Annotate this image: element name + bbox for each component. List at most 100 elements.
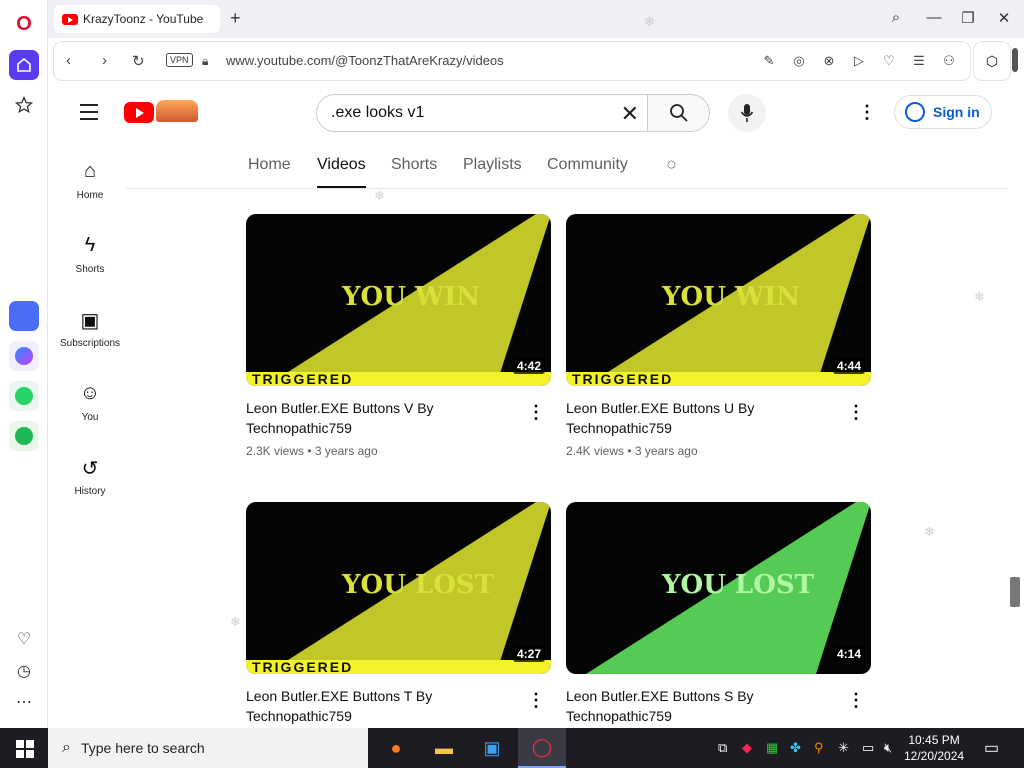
guide-menu: ⌂ Home ϟ Shorts ▣ Subscriptions ☺ You ↺ … <box>54 154 126 524</box>
settings-kebab-icon[interactable]: ⋮ <box>858 102 876 123</box>
forward-icon[interactable]: › <box>102 52 107 69</box>
guide-item-home[interactable]: ⌂ Home <box>54 154 126 228</box>
search-input[interactable]: .exe looks v1 ✕ <box>316 94 648 132</box>
guide-item-you[interactable]: ☺ You <box>54 376 126 450</box>
notification-icon[interactable]: ▭ <box>984 738 999 758</box>
video-menu-icon[interactable]: ⋮ <box>527 690 545 711</box>
video-title[interactable]: Leon Butler.EXE Buttons T By Technopathi… <box>246 686 516 726</box>
guide-item-history[interactable]: ↺ History <box>54 450 126 524</box>
video-menu-icon[interactable]: ⋮ <box>527 402 545 423</box>
video-title[interactable]: Leon Butler.EXE Buttons S By Technopathi… <box>566 686 836 726</box>
upload-age: 3 years ago <box>634 444 698 458</box>
guide-label: You <box>81 412 99 423</box>
channel-tabs: Home Videos Shorts Playlists Community ○ <box>126 144 1008 189</box>
reload-icon[interactable]: ↻ <box>132 52 145 70</box>
tab-home[interactable]: Home <box>248 156 291 174</box>
channel-search-icon[interactable]: ○ <box>666 154 677 175</box>
speed-dial-star-icon[interactable] <box>9 90 39 120</box>
edit-icon[interactable]: ✎ <box>760 53 778 69</box>
more-icon[interactable]: ⋯ <box>14 692 34 712</box>
spotify-app-icon[interactable] <box>9 421 39 451</box>
profile-icon[interactable]: ⚇ <box>940 53 958 69</box>
tray-app-icon[interactable]: ✤ <box>790 740 801 756</box>
app-icon[interactable]: ▣ <box>468 728 516 768</box>
video-card[interactable]: YOU WIN TRIGGERED 4:42 Leon Butler.EXE B… <box>246 214 551 458</box>
tray-app-icon[interactable]: ▦ <box>766 740 778 756</box>
search-icon: ⌕ <box>62 739 71 756</box>
tray-search-icon[interactable]: ⚲ <box>814 740 824 756</box>
system-clock[interactable]: 10:45 PM 12/20/2024 <box>904 732 964 764</box>
video-duration: 4:42 <box>512 358 545 374</box>
video-menu-icon[interactable]: ⋮ <box>847 690 865 711</box>
tray-app-icon[interactable]: ◆ <box>742 740 752 756</box>
camera-icon[interactable]: ◎ <box>790 53 808 69</box>
back-icon[interactable]: ‹ <box>66 52 71 69</box>
sign-in-button[interactable]: Sign in <box>894 95 992 129</box>
clear-search-icon[interactable]: ✕ <box>621 101 639 127</box>
messenger-app-icon[interactable] <box>9 341 39 371</box>
home-icon[interactable] <box>9 50 39 80</box>
hamburger-menu-icon[interactable] <box>80 104 98 125</box>
aria-app-icon[interactable] <box>9 301 39 331</box>
search-button[interactable] <box>648 94 710 132</box>
player-icon[interactable]: ▷ <box>850 53 868 69</box>
tab-shorts[interactable]: Shorts <box>391 156 437 174</box>
vpn-badge[interactable]: VPN <box>166 53 193 67</box>
firefox-icon[interactable]: ● <box>372 728 420 768</box>
browser-search-icon[interactable]: ⌕ <box>886 9 906 26</box>
doodle-logo[interactable] <box>156 100 198 122</box>
guide-item-subscriptions[interactable]: ▣ Subscriptions <box>54 302 126 376</box>
video-card[interactable]: YOU LOST 4:14 Leon Butler.EXE Buttons S … <box>566 502 871 726</box>
whatsapp-app-icon[interactable] <box>9 381 39 411</box>
thumbnail-caption: YOU LOST <box>342 570 494 600</box>
guide-label: Subscriptions <box>59 338 121 349</box>
brightness-icon[interactable]: ✳ <box>838 740 849 756</box>
video-card[interactable]: YOU LOST TRIGGERED 4:27 Leon Butler.EXE … <box>246 502 551 726</box>
start-windows-icon[interactable] <box>16 740 34 758</box>
video-thumbnail[interactable]: YOU WIN TRIGGERED 4:42 <box>246 214 551 386</box>
task-view-icon[interactable]: ⧉ <box>718 740 727 756</box>
video-title[interactable]: Leon Butler.EXE Buttons U By Technopathi… <box>566 398 836 438</box>
video-card[interactable]: YOU WIN TRIGGERED 4:44 Leon Butler.EXE B… <box>566 214 871 458</box>
voice-search-button[interactable] <box>728 94 766 132</box>
video-thumbnail[interactable]: YOU LOST TRIGGERED 4:27 <box>246 502 551 674</box>
close-icon[interactable]: ✕ <box>994 9 1014 27</box>
video-duration: 4:27 <box>512 646 545 662</box>
history-icon: ↺ <box>81 458 99 480</box>
tracker-blocker-icon[interactable]: ⊗ <box>820 53 838 69</box>
thumbnail-caption: YOU WIN <box>342 282 481 312</box>
volume-muted-icon[interactable]: 🔇︎ <box>884 740 892 756</box>
tab-community[interactable]: Community <box>547 156 628 174</box>
new-tab-button[interactable]: + <box>230 8 241 29</box>
page-scrollbar-thumb[interactable] <box>1010 577 1020 607</box>
tab-playlists[interactable]: Playlists <box>463 156 522 174</box>
restore-icon[interactable]: ❐ <box>958 9 978 27</box>
video-menu-icon[interactable]: ⋮ <box>847 402 865 423</box>
opera-taskbar-icon[interactable]: ◯ <box>518 728 566 768</box>
video-thumbnail[interactable]: YOU LOST 4:14 <box>566 502 871 674</box>
youtube-logo[interactable] <box>124 102 154 123</box>
network-icon[interactable]: ▭ <box>862 740 874 756</box>
video-thumbnail[interactable]: YOU WIN TRIGGERED 4:44 <box>566 214 871 386</box>
you-icon: ☺ <box>79 382 101 404</box>
snowflake-icon: ❄ <box>230 614 241 629</box>
favorite-heart-icon[interactable]: ♡ <box>880 53 898 69</box>
thumbnail-banner: TRIGGERED <box>566 372 871 386</box>
history-clock-icon[interactable]: ◷ <box>14 661 34 681</box>
video-title[interactable]: Leon Butler.EXE Buttons V By Technopathi… <box>246 398 516 438</box>
extensions-cube-icon[interactable]: ⬡ <box>974 42 1010 80</box>
guide-item-shorts[interactable]: ϟ Shorts <box>54 228 126 302</box>
tab-videos[interactable]: Videos <box>317 156 366 188</box>
taskbar-search-placeholder: Type here to search <box>80 740 205 756</box>
lock-icon[interactable]: 🔒︎ <box>202 54 208 69</box>
browser-tab[interactable]: KrazyToonz - YouTube <box>54 5 220 33</box>
url-field[interactable]: www.youtube.com/@ToonzThatAreKrazy/video… <box>226 53 504 68</box>
taskbar-search-box[interactable]: ⌕ Type here to search <box>48 728 368 768</box>
minimize-icon[interactable]: — <box>924 9 944 26</box>
file-explorer-icon[interactable]: ▬ <box>420 728 468 768</box>
heart-icon[interactable]: ♡ <box>14 629 34 649</box>
easy-setup-icon[interactable]: ☰ <box>910 53 928 69</box>
tab-title: KrazyToonz - YouTube <box>83 12 204 26</box>
opera-menu-icon[interactable]: O <box>9 9 39 39</box>
snowflake-icon: ❄ <box>924 524 935 539</box>
